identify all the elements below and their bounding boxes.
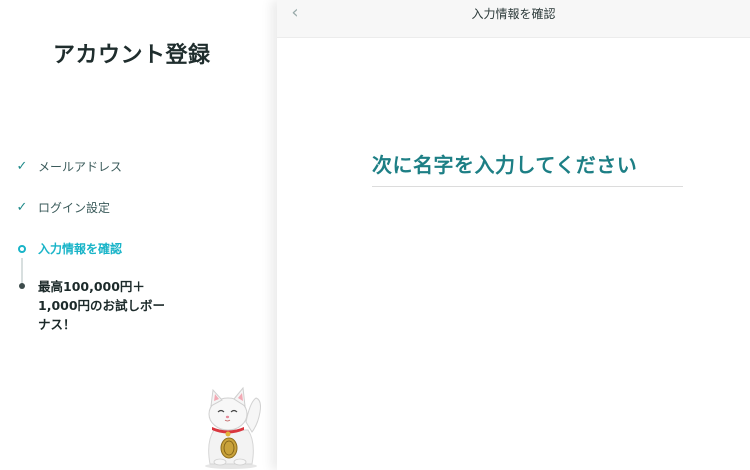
step-bonus: 最高100,000円＋ 1,000円のお試しボー ナス！	[16, 277, 216, 334]
step-label-line: ナス！	[38, 317, 76, 332]
check-icon: ✓	[16, 200, 28, 215]
step-label-line: 1,000円のお試しボー	[38, 298, 166, 313]
heading-divider	[372, 186, 683, 187]
upcoming-step-dot-icon	[16, 279, 28, 293]
registration-sidebar: アカウント登録 ✓ メールアドレス ✓ ログイン設定 入力情報を確認 最高100…	[0, 0, 277, 470]
current-step-ring-icon	[16, 242, 28, 256]
step-label: 入力情報を確認	[38, 242, 123, 256]
step-label-line: 最高100,000円＋	[38, 279, 145, 294]
top-bar: ‹ 入力情報を確認	[277, 0, 750, 38]
check-icon: ✓	[16, 159, 28, 174]
step-email: ✓ メールアドレス	[16, 158, 216, 199]
step-label: メールアドレス	[38, 160, 123, 174]
page-title: 入力情報を確認	[471, 7, 556, 21]
step-list: ✓ メールアドレス ✓ ログイン設定 入力情報を確認 最高100,000円＋ 1…	[16, 158, 216, 334]
prompt-heading: 次に名字を入力してください	[372, 153, 638, 177]
step-label: ログイン設定	[38, 201, 111, 215]
sidebar-title: アカウント登録	[53, 43, 211, 68]
main-panel: ‹ 入力情報を確認 次に名字を入力してください	[277, 0, 750, 470]
step-login-settings: ✓ ログイン設定	[16, 199, 216, 240]
maneki-neko-icon	[198, 382, 264, 470]
step-confirm-info: 入力情報を確認	[16, 240, 216, 277]
